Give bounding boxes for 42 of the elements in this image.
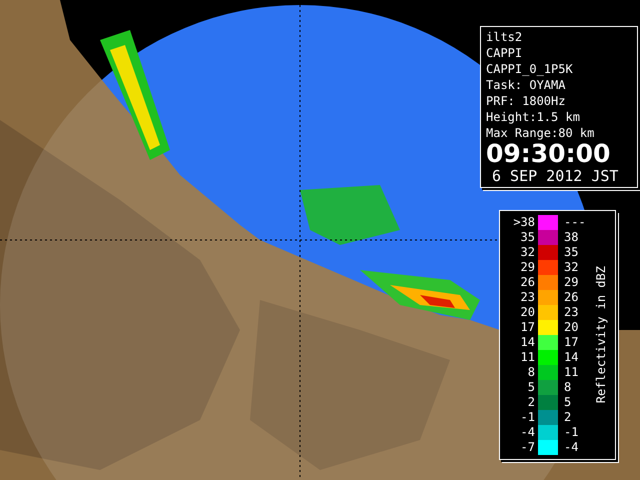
info-text: CAPPI_0_1P5K: [486, 61, 574, 77]
legend-high-value: ---: [563, 215, 587, 230]
info-text: Height:1.5 km: [486, 109, 581, 125]
info-text: CAPPI: [486, 45, 524, 61]
date-text: 6 SEP 2012 JST: [491, 167, 620, 185]
legend-high-value: -1: [563, 425, 580, 440]
legend-high-value: 17: [563, 335, 580, 350]
time-text: 09:30:00: [486, 141, 612, 167]
legend-low-value: -7: [520, 440, 536, 455]
legend-low-value: 26: [520, 275, 536, 290]
legend-high-value: 5: [563, 395, 572, 410]
legend-low-value: >38: [512, 215, 536, 230]
legend-high-value: 23: [563, 305, 580, 320]
legend-high-value: 14: [563, 350, 580, 365]
legend-low-value: 29: [520, 260, 536, 275]
legend-low-value: 35: [520, 230, 536, 245]
legend-high-value: -4: [563, 440, 580, 455]
legend-high-value: 2: [563, 410, 572, 425]
legend-high-value: 8: [563, 380, 572, 395]
info-text: Max Range:80 km: [486, 125, 596, 141]
legend-high-value: 32: [563, 260, 580, 275]
legend-low-value: 32: [520, 245, 536, 260]
legend-high-value: 11: [563, 365, 580, 380]
legend-high-value: 35: [563, 245, 580, 260]
legend-low-value: 14: [520, 335, 536, 350]
legend-low-value: 11: [520, 350, 536, 365]
legend-low-value: 8: [526, 365, 536, 380]
legend-high-value: 20: [563, 320, 580, 335]
legend-title: Reflectivity in dBZ: [594, 266, 608, 404]
info-text: Task: OYAMA: [486, 77, 566, 93]
legend-low-value: -1: [520, 410, 536, 425]
info-text: ilts2: [486, 29, 524, 45]
legend-low-value: -4: [520, 425, 536, 440]
legend-low-value: 2: [526, 395, 536, 410]
legend-high-value: 26: [563, 290, 580, 305]
legend-low-value: 5: [526, 380, 536, 395]
legend-low-value: 20: [520, 305, 536, 320]
legend-high-value: 29: [563, 275, 580, 290]
legend-low-value: 23: [520, 290, 536, 305]
legend-high-value: 38: [563, 230, 580, 245]
info-text: PRF: 1800Hz: [486, 93, 566, 109]
legend-low-value: 17: [520, 320, 536, 335]
